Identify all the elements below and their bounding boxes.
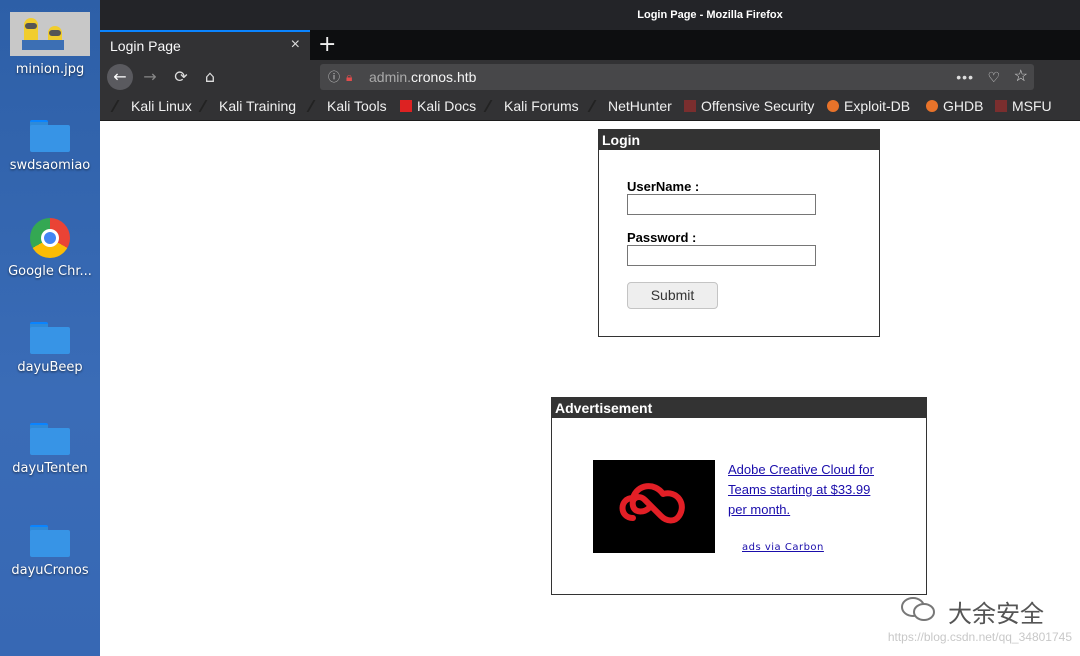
new-tab-button[interactable]: + [318,32,336,57]
home-button[interactable]: ⌂ [197,64,223,90]
url-text[interactable]: admin.cronos.htb [369,64,476,90]
login-header: Login [599,130,879,150]
desktop-item-dayubeep[interactable]: dayuBeep [0,322,100,375]
info-icon[interactable]: ⓘ [328,64,340,90]
window-title: Login Page - Mozilla Firefox [100,0,1080,30]
submit-button[interactable]: Submit [627,282,718,309]
kali-dragon-icon [110,100,130,112]
username-label: UserName : [627,179,700,194]
tab-login-page[interactable]: Login Page × [100,30,310,60]
ads-via-carbon-link[interactable]: ads via Carbon [742,542,824,553]
watermark-url: https://blog.csdn.net/qq_34801745 [887,630,1072,644]
bookmark-kali-linux[interactable]: Kali Linux [110,98,192,114]
bookmark-offensive-security[interactable]: Offensive Security [684,98,814,114]
username-input[interactable] [627,194,816,215]
bookmark-kali-docs[interactable]: Kali Docs [400,98,476,114]
url-bar[interactable]: ⓘ 🔒︎ admin.cronos.htb ••• ♡ ☆ [320,64,1034,90]
tab-strip: Login Page × + [100,30,1080,60]
desktop-item-swdsaomiao[interactable]: swdsaomiao [0,120,100,173]
ghdb-icon [926,100,938,112]
desktop-item-label: dayuBeep [17,360,83,375]
desktop-sidebar: minion.jpg swdsaomiao Google Chr... dayu… [0,0,100,656]
firefox-window: Login Page - Mozilla Firefox Login Page … [100,0,1080,656]
desktop-item-chrome[interactable]: Google Chr... [0,218,100,279]
folder-icon [30,120,70,152]
wechat-icon [901,597,935,621]
bookmark-star-icon[interactable]: ☆ [1014,64,1028,90]
bookmark-ghdb[interactable]: GHDB [926,98,983,114]
bookmark-nethunter[interactable]: NetHunter [587,98,672,114]
desktop-item-label: minion.jpg [15,62,85,77]
kali-dragon-icon [483,100,503,112]
image-thumbnail-icon [10,12,90,56]
reload-button[interactable]: ⟳ [168,64,194,90]
exploit-db-icon [827,100,839,112]
folder-icon [30,525,70,557]
bookmark-msfu[interactable]: MSFU [995,98,1052,114]
folder-icon [30,423,70,455]
watermark-text: 大余安全 [948,600,1044,628]
desktop-item-label: dayuTenten [12,461,88,476]
msfu-icon [995,100,1007,112]
desktop-item-label: dayuCronos [11,563,89,578]
pocket-icon[interactable]: ♡ [987,64,1000,90]
kali-docs-icon [400,100,412,112]
ad-link[interactable]: Adobe Creative Cloud for Teams starting … [728,460,888,520]
desktop-item-dayutenten[interactable]: dayuTenten [0,423,100,476]
offsec-icon [684,100,696,112]
bookmark-kali-tools[interactable]: Kali Tools [306,98,387,114]
password-input[interactable] [627,245,816,266]
desktop-item-label: swdsaomiao [9,158,91,173]
kali-dragon-icon [306,100,326,112]
forward-button[interactable]: → [137,64,163,90]
desktop-item-minion[interactable]: minion.jpg [0,12,100,77]
bookmark-kali-forums[interactable]: Kali Forums [483,98,579,114]
navigation-toolbar: ← → ⟳ ⌂ ⓘ 🔒︎ admin.cronos.htb ••• ♡ ☆ [100,60,1080,93]
desktop-item-dayucronos[interactable]: dayuCronos [0,525,100,578]
bookmark-kali-training[interactable]: Kali Training [198,98,296,114]
nethunter-icon [587,100,607,112]
login-panel: Login UserName : Password : Submit [598,129,880,337]
page-content: Login UserName : Password : Submit Adver… [100,121,1080,656]
page-actions-button[interactable]: ••• [956,64,974,90]
bookmarks-toolbar: Kali Linux Kali Training Kali Tools Kali… [100,93,1080,121]
back-button[interactable]: ← [107,64,133,90]
password-label: Password : [627,230,697,245]
insecure-lock-icon[interactable]: 🔒︎ [346,64,352,90]
advertisement-panel: Advertisement Adobe Creative Cloud for T… [551,397,927,595]
kali-dragon-icon [198,100,218,112]
tab-label: Login Page [110,38,181,54]
bookmark-exploit-db[interactable]: Exploit-DB [827,98,910,114]
desktop-item-label: Google Chr... [8,264,92,279]
adobe-creative-cloud-logo[interactable] [593,460,715,553]
folder-icon [30,322,70,354]
advertisement-header: Advertisement [552,398,926,418]
close-tab-icon[interactable]: × [291,36,300,54]
chrome-icon [30,218,70,258]
